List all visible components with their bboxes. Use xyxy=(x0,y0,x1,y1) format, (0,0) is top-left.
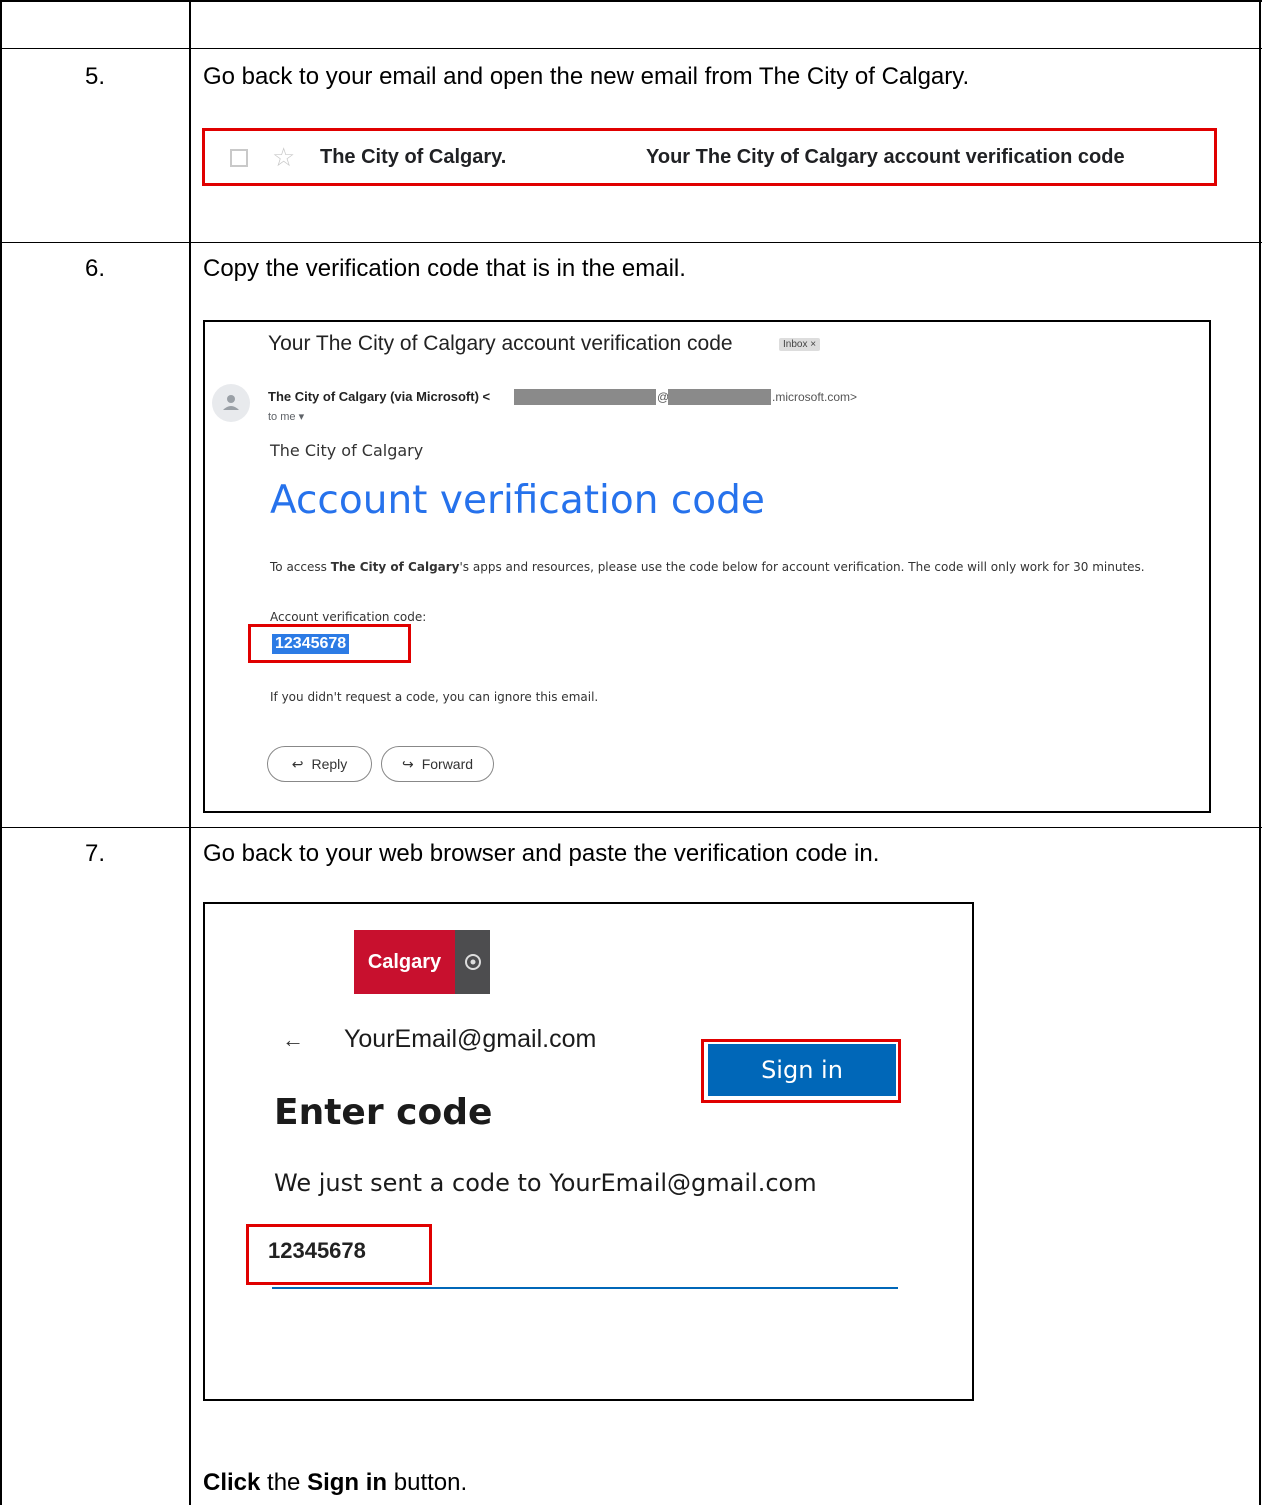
step-instruction: Go back to your email and open the new e… xyxy=(203,63,970,90)
step-number: 7. xyxy=(84,840,105,867)
signin-email: YourEmail@gmail.com xyxy=(344,1025,597,1053)
step-instruction: Copy the verification code that is in th… xyxy=(203,255,686,282)
body-prefix: To access xyxy=(270,560,331,574)
table-border-left xyxy=(0,0,2,1505)
footer-signin: Sign in xyxy=(307,1469,388,1496)
table-row-divider xyxy=(0,242,1262,243)
step-number: 6. xyxy=(84,255,105,282)
footer-button: button. xyxy=(387,1469,468,1496)
footer-click: Click xyxy=(203,1469,261,1496)
inbox-badge[interactable]: Inbox × xyxy=(779,338,821,351)
email-org-name: The City of Calgary xyxy=(270,441,424,460)
code-input-underline xyxy=(272,1287,898,1289)
table-border-right xyxy=(1259,0,1261,1505)
step-instruction: Go back to your web browser and paste th… xyxy=(203,840,880,867)
reply-icon: ↩ xyxy=(291,755,304,772)
signin-heading: Enter code xyxy=(274,1092,493,1133)
body-suffix: 's apps and resources, please use the co… xyxy=(459,560,1145,574)
highlight-box-code xyxy=(248,624,411,663)
forward-label: Forward xyxy=(421,756,474,772)
from-name: The City of Calgary (via Microsoft) < xyxy=(268,389,491,404)
step-number: 5. xyxy=(84,63,105,90)
table-border-mid xyxy=(189,0,191,1505)
email-title: Account verification code xyxy=(270,478,765,523)
signin-description: We just sent a code to YourEmail@gmail.c… xyxy=(274,1169,817,1197)
avatar-icon xyxy=(212,384,250,422)
back-arrow-icon[interactable]: ← xyxy=(282,1027,304,1053)
code-label: Account verification code: xyxy=(270,610,427,624)
redacted-block xyxy=(514,389,656,405)
forward-icon: ↪ xyxy=(401,755,414,772)
calgary-logo: Calgary xyxy=(354,930,455,994)
signin-screenshot xyxy=(203,902,974,1401)
email-body: To access The City of Calgary's apps and… xyxy=(270,560,1145,574)
table-row-divider xyxy=(0,827,1262,828)
to-me-dropdown[interactable]: to me ▾ xyxy=(268,410,304,423)
calgary-crest-icon xyxy=(455,930,490,994)
table-row-divider xyxy=(0,48,1262,49)
email-subject: Your The City of Calgary account verific… xyxy=(268,332,733,355)
highlight-box-code-input xyxy=(246,1224,432,1285)
ignore-note: If you didn't request a code, you can ig… xyxy=(270,690,599,704)
footer-the: the xyxy=(260,1469,308,1496)
redacted-block xyxy=(668,389,771,405)
email-from: The City of Calgary (via Microsoft) < xyxy=(268,389,490,404)
highlight-box-sign-in xyxy=(701,1039,901,1103)
reply-button[interactable]: ↩ Reply xyxy=(267,746,372,782)
table-border-top xyxy=(0,0,1262,2)
highlight-box-inbox-row xyxy=(202,128,1217,186)
footer-instruction: Click the Sign in button. xyxy=(203,1469,467,1497)
reply-label: Reply xyxy=(311,756,348,772)
forward-button[interactable]: ↪ Forward xyxy=(381,746,494,782)
from-domain: .microsoft.com> xyxy=(772,390,858,404)
body-org: The City of Calgary xyxy=(330,560,460,574)
